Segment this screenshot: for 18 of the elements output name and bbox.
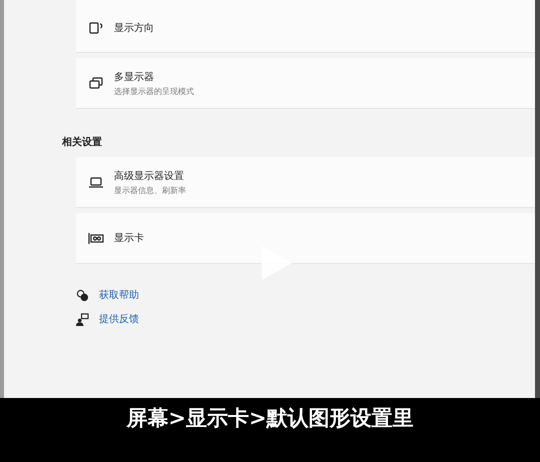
section-heading: 相关设置: [62, 136, 103, 149]
card-title: 显示卡: [114, 232, 144, 245]
rotate-screen-icon: [88, 20, 104, 36]
card-title: 显示方向: [114, 22, 154, 35]
monitors-icon: [88, 75, 104, 91]
settings-card[interactable]: 高级显示器设置 显示器信息、刷新率: [76, 157, 535, 208]
settings-card[interactable]: 显示卡: [76, 213, 535, 264]
card-subtitle: 显示器信息、刷新率: [114, 184, 186, 196]
card-subtitle: 选择显示器的呈现模式: [114, 86, 194, 96]
card-title: 多显示器: [114, 70, 155, 84]
link[interactable]: 获取帮助: [99, 288, 139, 302]
person-feedback-icon: [76, 312, 89, 326]
settings-card[interactable]: 多显示器 选择显示器的呈现模式: [76, 58, 535, 109]
graphics-card-icon: [88, 230, 104, 246]
subtitle-caption: 屏幕>显示卡>默认图形设置里: [126, 405, 414, 432]
settings-card[interactable]: 显示方向: [76, 0, 535, 53]
card-title: 高级显示器设置: [114, 170, 185, 182]
link[interactable]: 提供反馈: [99, 312, 139, 326]
